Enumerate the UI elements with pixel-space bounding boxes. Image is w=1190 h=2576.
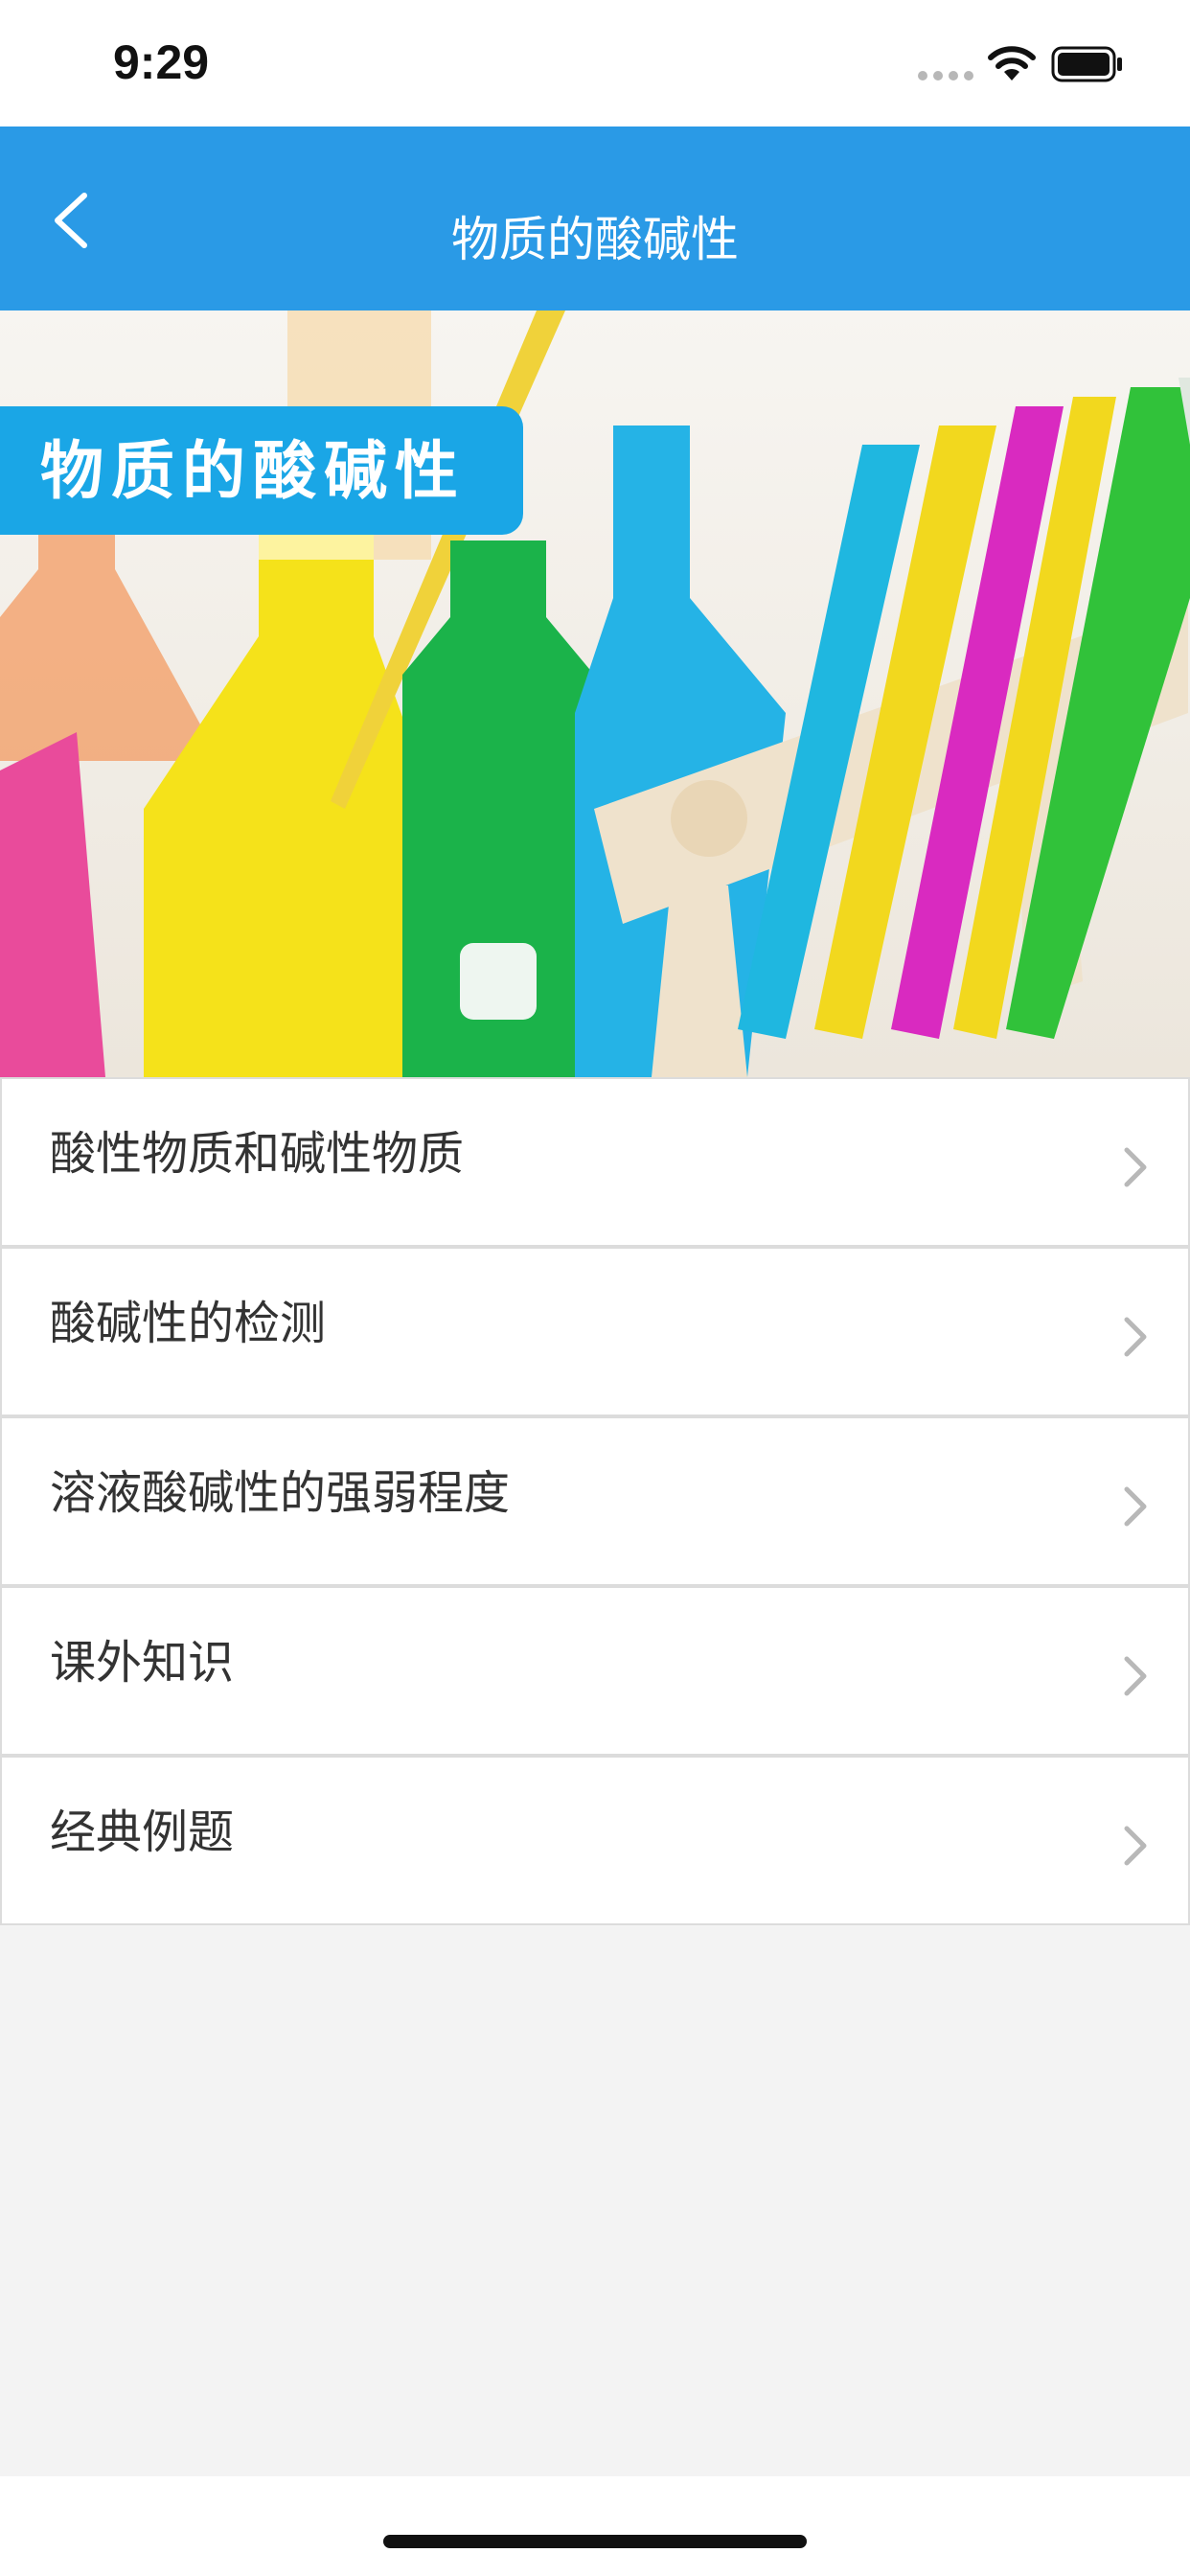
banner-title: 物质的酸碱性 <box>40 434 466 508</box>
banner-title-badge: 物质的酸碱性 <box>0 406 523 535</box>
list-item-acid-base-detection[interactable]: 酸碱性的检测 <box>0 1247 1190 1416</box>
list-item-acidity-strength[interactable]: 溶液酸碱性的强弱程度 <box>0 1416 1190 1586</box>
list-item-label: 酸性物质和碱性物质 <box>50 1127 465 1181</box>
list-item-label: 溶液酸碱性的强弱程度 <box>50 1466 511 1520</box>
page-title: 物质的酸碱性 <box>451 212 739 267</box>
chevron-right-icon <box>1124 1486 1147 1527</box>
battery-icon <box>1051 46 1122 82</box>
topic-list: 酸性物质和碱性物质 酸碱性的检测 溶液酸碱性的强弱程度 课外知识 经典例题 <box>0 1077 1190 1925</box>
bottom-safe-area <box>0 2476 1190 2576</box>
home-indicator[interactable] <box>383 2535 807 2548</box>
chevron-right-icon <box>1124 1656 1147 1696</box>
list-item-classic-examples[interactable]: 经典例题 <box>0 1756 1190 1925</box>
list-item-label: 课外知识 <box>50 1636 235 1690</box>
list-item-acidic-and-alkaline-substances[interactable]: 酸性物质和碱性物质 <box>0 1077 1190 1247</box>
cellular-signal-icon <box>918 71 973 80</box>
list-item-extracurricular-knowledge[interactable]: 课外知识 <box>0 1586 1190 1756</box>
wifi-icon <box>988 46 1036 80</box>
banner-image: 物质的酸碱性 <box>0 310 1190 1077</box>
list-item-label: 酸碱性的检测 <box>50 1297 327 1350</box>
navigation-bar: 物质的酸碱性 <box>0 126 1190 310</box>
status-time: 9:29 <box>113 35 210 89</box>
status-bar: 9:29 <box>0 0 1190 126</box>
chevron-right-icon <box>1124 1317 1147 1357</box>
chevron-right-icon <box>1124 1826 1147 1866</box>
chevron-right-icon <box>1124 1147 1147 1187</box>
list-item-label: 经典例题 <box>50 1806 235 1859</box>
